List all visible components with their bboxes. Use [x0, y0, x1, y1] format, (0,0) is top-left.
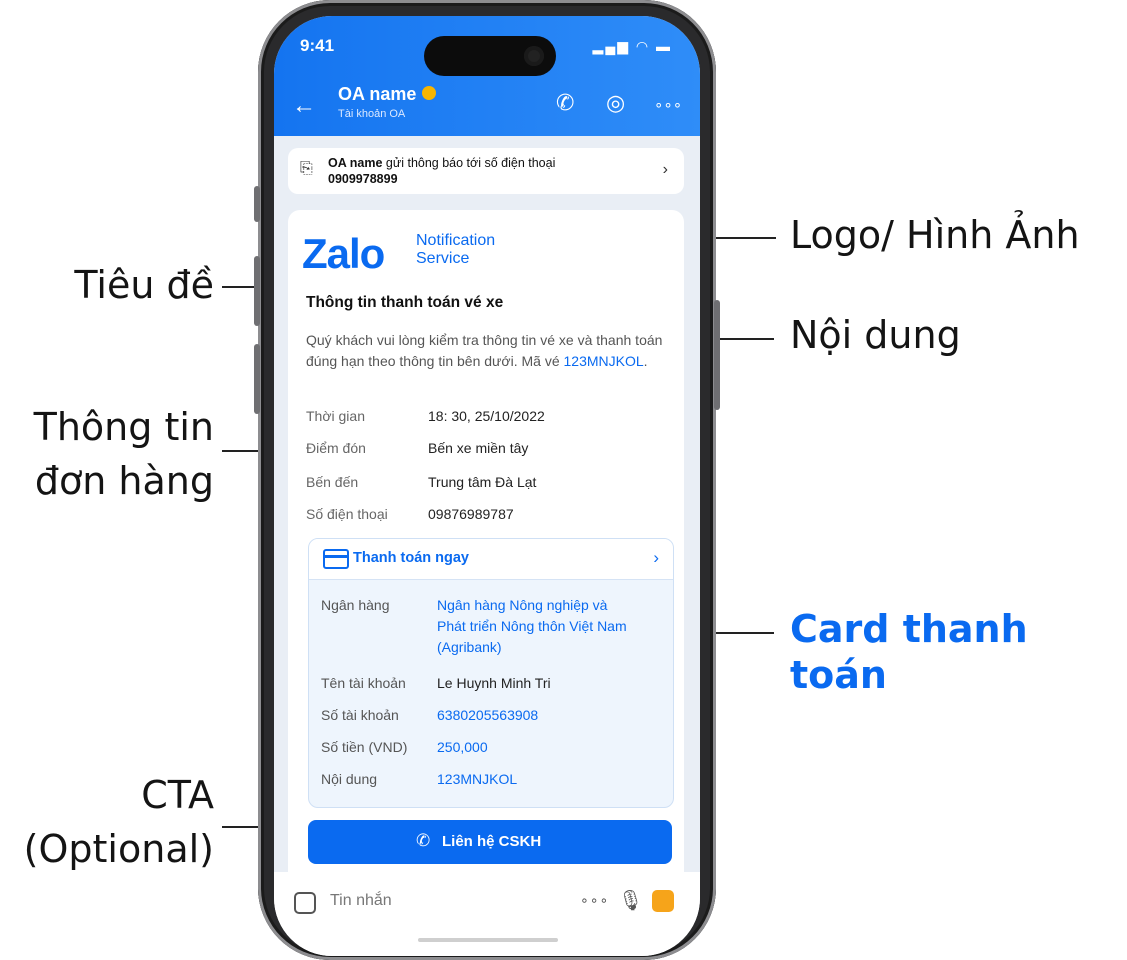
oa-name[interactable]: OA name [338, 84, 437, 105]
logo-sub-line1: Notification [416, 232, 496, 249]
info-key: Thời gian [306, 408, 365, 424]
phone-frame: 9:41 ▂▄▆ ◠ ▬ ← OA name Tài khoản OA ✆ ◎ … [254, 0, 720, 960]
phone-screen: 9:41 ▂▄▆ ◠ ▬ ← OA name Tài khoản OA ✆ ◎ … [274, 16, 700, 956]
message-input[interactable]: Tin nhắn [330, 892, 392, 910]
phone-call-icon: ✆ [416, 831, 431, 850]
back-arrow-icon[interactable]: ← [292, 92, 316, 120]
message-input-bar: Tin nhắn ∘∘∘ 🎙 [274, 872, 700, 956]
status-time: 9:41 [300, 36, 335, 55]
microphone-icon[interactable]: 🎙 [618, 888, 643, 913]
annotation-order-info-2: đơn hàng [34, 459, 214, 503]
annotation-cta-1: CTA [141, 773, 214, 817]
card-title: Thông tin thanh toán vé xe [306, 294, 504, 311]
info-row-time: Thời gian 18: 30, 25/10/2022 [306, 408, 545, 424]
card-body: Quý khách vui lòng kiểm tra thông tin vé… [306, 330, 666, 372]
annotation-cta-2: (Optional) [23, 827, 214, 871]
pay-key: Số tài khoản [321, 707, 399, 723]
info-row-phone: Số điện thoại 09876989787 [306, 506, 514, 522]
pay-value[interactable]: 250,000 [437, 737, 637, 758]
camera-icon[interactable]: ◎ [606, 90, 625, 116]
pay-key: Nội dung [321, 771, 378, 787]
pay-value: Le Huynh Minh Tri [437, 675, 551, 691]
phone-call-icon[interactable]: ✆ [556, 90, 574, 116]
logo-sub-line2: Service [416, 250, 470, 267]
ticket-code-link[interactable]: 123MNJKOL [564, 353, 644, 369]
pay-now-label: Thanh toán ngay [353, 550, 469, 566]
info-value: 09876989787 [428, 506, 514, 522]
pay-key: Ngân hàng [321, 597, 390, 613]
emoji-icon[interactable] [294, 892, 316, 914]
camera-lens-icon [524, 46, 544, 66]
info-row-pickup: Điểm đón Bến xe miền tây [306, 440, 528, 456]
home-indicator [418, 938, 558, 942]
oa-subtitle: Tài khoản OA [338, 108, 406, 120]
info-value: Bến xe miền tây [428, 440, 529, 456]
pay-now-button[interactable]: Thanh toán ngay › [309, 539, 673, 580]
chevron-right-icon: › [662, 161, 668, 178]
pay-value: Ngân hàng Nông nghiệp và Phát triển Nông… [437, 597, 627, 655]
credit-card-icon [323, 549, 349, 569]
notice-message: gửi thông báo tới số điện thoại [382, 156, 556, 170]
phone-notice-banner[interactable]: ⎘ OA name gửi thông báo tới số điện thoạ… [288, 148, 684, 194]
dynamic-island [424, 36, 556, 76]
pay-key: Số tiền (VND) [321, 739, 408, 755]
zalo-logo-subtitle: Notification Service [416, 232, 495, 268]
pay-key: Tên tài khoản [321, 675, 406, 691]
info-key: Điểm đón [306, 440, 366, 456]
contact-support-button[interactable]: ✆ Liên hệ CSKH [308, 820, 672, 864]
annotation-order-info-1: Thông tin [33, 405, 214, 449]
verified-badge-icon [422, 86, 437, 101]
info-key: Số điện thoại [306, 506, 388, 522]
pay-value[interactable]: 6380205563908 [437, 705, 637, 726]
annotation-logo: Logo/ Hình Ảnh [790, 213, 1080, 257]
volume-down-button [254, 344, 260, 414]
notice-sender: OA name [328, 156, 383, 170]
info-value: Trung tâm Đà Lạt [428, 474, 537, 490]
mute-switch [254, 186, 260, 222]
cta-label: Liên hệ CSKH [442, 833, 542, 850]
image-gallery-icon[interactable] [652, 890, 674, 912]
chat-header: 9:41 ▂▄▆ ◠ ▬ ← OA name Tài khoản OA ✆ ◎ … [274, 16, 700, 136]
info-value: 18: 30, 25/10/2022 [428, 408, 545, 424]
oa-name-label: OA name [338, 84, 417, 104]
annotation-title: Tiêu đề [74, 263, 214, 307]
card-body-end: . [643, 353, 648, 369]
annotation-content: Nội dung [790, 313, 961, 357]
notice-icon: ⎘ [300, 160, 313, 177]
info-key: Bến đến [306, 474, 359, 490]
status-indicators-icon: ▂▄▆ ◠ ▬ [592, 38, 672, 54]
notice-phone: 0909978899 [328, 172, 398, 186]
volume-up-button [254, 256, 260, 326]
zns-message-card: Zalo Notification Service Thông tin than… [288, 210, 684, 900]
pay-value[interactable]: 123MNJKOL [437, 769, 637, 790]
annotation-payment-card: Card thanh toán [790, 607, 1028, 697]
zalo-logo: Zalo [302, 230, 385, 277]
power-button [714, 300, 720, 410]
more-icon[interactable]: ∘∘∘ [580, 892, 609, 909]
info-row-destination: Bến đến Trung tâm Đà Lạt [306, 474, 536, 490]
notice-text: OA name gửi thông báo tới số điện thoại … [328, 155, 555, 187]
more-options-icon[interactable]: ∘∘∘ [654, 96, 682, 114]
chevron-right-icon: › [653, 548, 659, 567]
payment-card: Thanh toán ngay › Ngân hàng Ngân hàng Nôn… [308, 538, 674, 808]
